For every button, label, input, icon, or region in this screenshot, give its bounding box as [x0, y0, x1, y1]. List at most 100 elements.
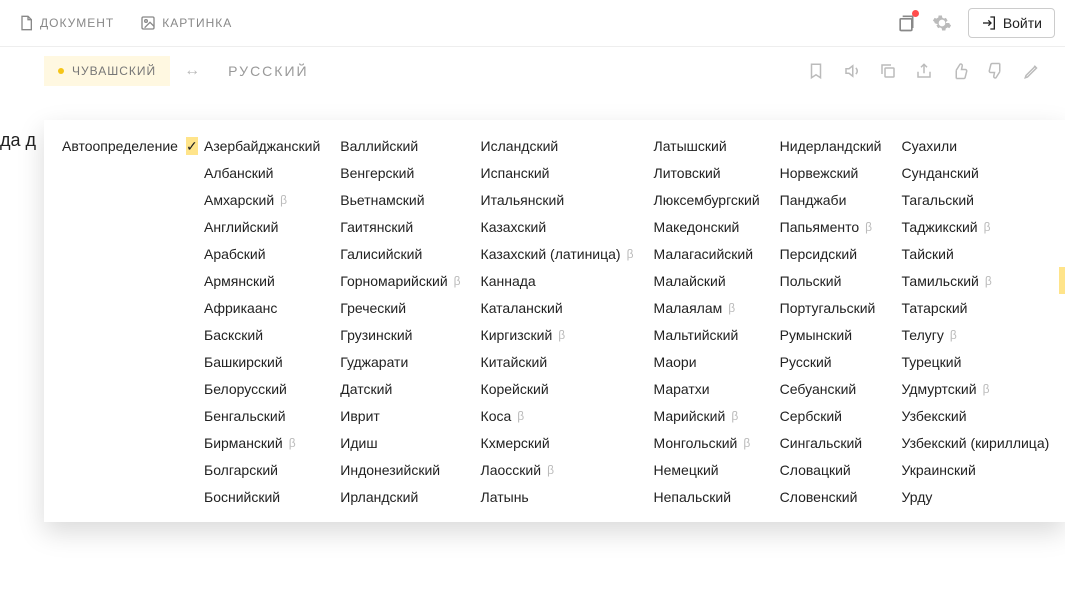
language-option[interactable]: Марийскийβ	[644, 402, 770, 429]
language-option[interactable]: Боснийский	[194, 483, 330, 510]
language-option[interactable]: Чешский	[1059, 240, 1065, 267]
image-tab[interactable]: КАРТИНКА	[132, 9, 240, 37]
language-option[interactable]: Тамильскийβ	[891, 267, 1059, 294]
language-option[interactable]: Маори	[644, 348, 770, 375]
language-option[interactable]: Башкирский	[194, 348, 330, 375]
language-option[interactable]: Латышский	[644, 132, 770, 159]
language-option[interactable]: Французский	[1059, 159, 1065, 186]
gear-icon[interactable]	[932, 13, 952, 33]
language-option[interactable]: Английский	[194, 213, 330, 240]
language-option[interactable]: Нидерландский	[770, 132, 892, 159]
language-option[interactable]: Итальянский	[471, 186, 644, 213]
login-button[interactable]: Войти	[968, 8, 1055, 38]
target-language-selector[interactable]: РУССКИЙ	[214, 55, 322, 87]
collections-icon[interactable]	[896, 13, 916, 33]
language-option[interactable]: Маратхи	[644, 375, 770, 402]
swap-languages-button[interactable]: ↔	[170, 62, 214, 80]
language-option[interactable]: Датский	[330, 375, 470, 402]
language-option[interactable]: Непальский	[644, 483, 770, 510]
language-option[interactable]: Казахский (латиница)β	[471, 240, 644, 267]
language-option[interactable]: Испанский	[471, 159, 644, 186]
language-option[interactable]: Папьяментоβ	[770, 213, 892, 240]
autodetect-option[interactable]: Автоопределение ✓	[54, 132, 194, 160]
language-option[interactable]: Тайский	[891, 240, 1059, 267]
language-option[interactable]: Хорватский	[1059, 213, 1065, 240]
language-option[interactable]: Кхмерский	[471, 429, 644, 456]
language-option[interactable]: Галисийский	[330, 240, 470, 267]
language-option[interactable]: Арабский	[194, 240, 330, 267]
language-option[interactable]: Корейский	[471, 375, 644, 402]
language-option[interactable]: Татарский	[891, 294, 1059, 321]
language-option[interactable]: Бенгальский	[194, 402, 330, 429]
language-option[interactable]: Венгерский	[330, 159, 470, 186]
language-option[interactable]: Горномарийскийβ	[330, 267, 470, 294]
language-option[interactable]: Украинский	[891, 456, 1059, 483]
speaker-icon[interactable]	[843, 62, 861, 80]
language-option[interactable]: Иврит	[330, 402, 470, 429]
language-option[interactable]: Тагальский	[891, 186, 1059, 213]
language-option[interactable]: Себуанский	[770, 375, 892, 402]
language-option[interactable]: Армянский	[194, 267, 330, 294]
language-option[interactable]: Панджаби	[770, 186, 892, 213]
language-option[interactable]: Японский	[1059, 483, 1065, 510]
language-option[interactable]: Африкаанс	[194, 294, 330, 321]
language-option[interactable]: Албанский	[194, 159, 330, 186]
pencil-icon[interactable]	[1023, 62, 1041, 80]
language-option[interactable]: Исландский	[471, 132, 644, 159]
language-option[interactable]: Вьетнамский	[330, 186, 470, 213]
language-option[interactable]: Эмодзи	[1059, 375, 1065, 402]
language-option[interactable]: Болгарский	[194, 456, 330, 483]
language-option[interactable]: Таджикскийβ	[891, 213, 1059, 240]
language-option[interactable]: Сунданский	[891, 159, 1059, 186]
language-option[interactable]: Чувашский	[1059, 267, 1065, 294]
language-option[interactable]: Эльфийский (синд	[1059, 348, 1065, 375]
language-option[interactable]: Литовский	[644, 159, 770, 186]
language-option[interactable]: Малагасийский	[644, 240, 770, 267]
document-tab[interactable]: ДОКУМЕНТ	[10, 9, 122, 37]
language-option[interactable]: Узбекский (кириллица)	[891, 429, 1059, 456]
copy-icon[interactable]	[879, 62, 897, 80]
bookmark-icon[interactable]	[807, 62, 825, 80]
language-option[interactable]: Суахили	[891, 132, 1059, 159]
language-option[interactable]: Валлийский	[330, 132, 470, 159]
language-option[interactable]: Румынский	[770, 321, 892, 348]
language-option[interactable]: Русский	[770, 348, 892, 375]
language-option[interactable]: Сербский	[770, 402, 892, 429]
language-option[interactable]: Норвежский	[770, 159, 892, 186]
language-option[interactable]: Мальтийский	[644, 321, 770, 348]
language-option[interactable]: Македонский	[644, 213, 770, 240]
language-option[interactable]: Финский	[1059, 132, 1065, 159]
language-option[interactable]: Хинди	[1059, 186, 1065, 213]
language-option[interactable]: Идиш	[330, 429, 470, 456]
language-option[interactable]: Грузинский	[330, 321, 470, 348]
language-option[interactable]: Азербайджанский	[194, 132, 330, 159]
language-option[interactable]: Эсперанто	[1059, 402, 1065, 429]
language-option[interactable]: Шотландский (гэль	[1059, 321, 1065, 348]
language-option[interactable]: Немецкий	[644, 456, 770, 483]
language-option[interactable]: Каннада	[471, 267, 644, 294]
language-option[interactable]: Амхарскийβ	[194, 186, 330, 213]
language-option[interactable]: Эстонский	[1059, 429, 1065, 456]
language-option[interactable]: Косаβ	[471, 402, 644, 429]
language-option[interactable]: Белорусский	[194, 375, 330, 402]
thumbs-up-icon[interactable]	[951, 62, 969, 80]
language-option[interactable]: Турецкий	[891, 348, 1059, 375]
language-option[interactable]: Бирманскийβ	[194, 429, 330, 456]
language-option[interactable]: Шведский	[1059, 294, 1065, 321]
language-option[interactable]: Каталанский	[471, 294, 644, 321]
language-option[interactable]: Словацкий	[770, 456, 892, 483]
language-option[interactable]: Гаитянский	[330, 213, 470, 240]
language-option[interactable]: Индонезийский	[330, 456, 470, 483]
language-option[interactable]: Персидский	[770, 240, 892, 267]
language-option[interactable]: Баскский	[194, 321, 330, 348]
share-icon[interactable]	[915, 62, 933, 80]
source-language-selector[interactable]: ЧУВАШСКИЙ	[44, 56, 170, 86]
language-option[interactable]: Португальский	[770, 294, 892, 321]
language-option[interactable]: Киргизскийβ	[471, 321, 644, 348]
language-option[interactable]: Ирландский	[330, 483, 470, 510]
language-option[interactable]: Польский	[770, 267, 892, 294]
language-option[interactable]: Сингальский	[770, 429, 892, 456]
language-option[interactable]: Словенский	[770, 483, 892, 510]
language-option[interactable]: Малайский	[644, 267, 770, 294]
language-option[interactable]: Малаяламβ	[644, 294, 770, 321]
